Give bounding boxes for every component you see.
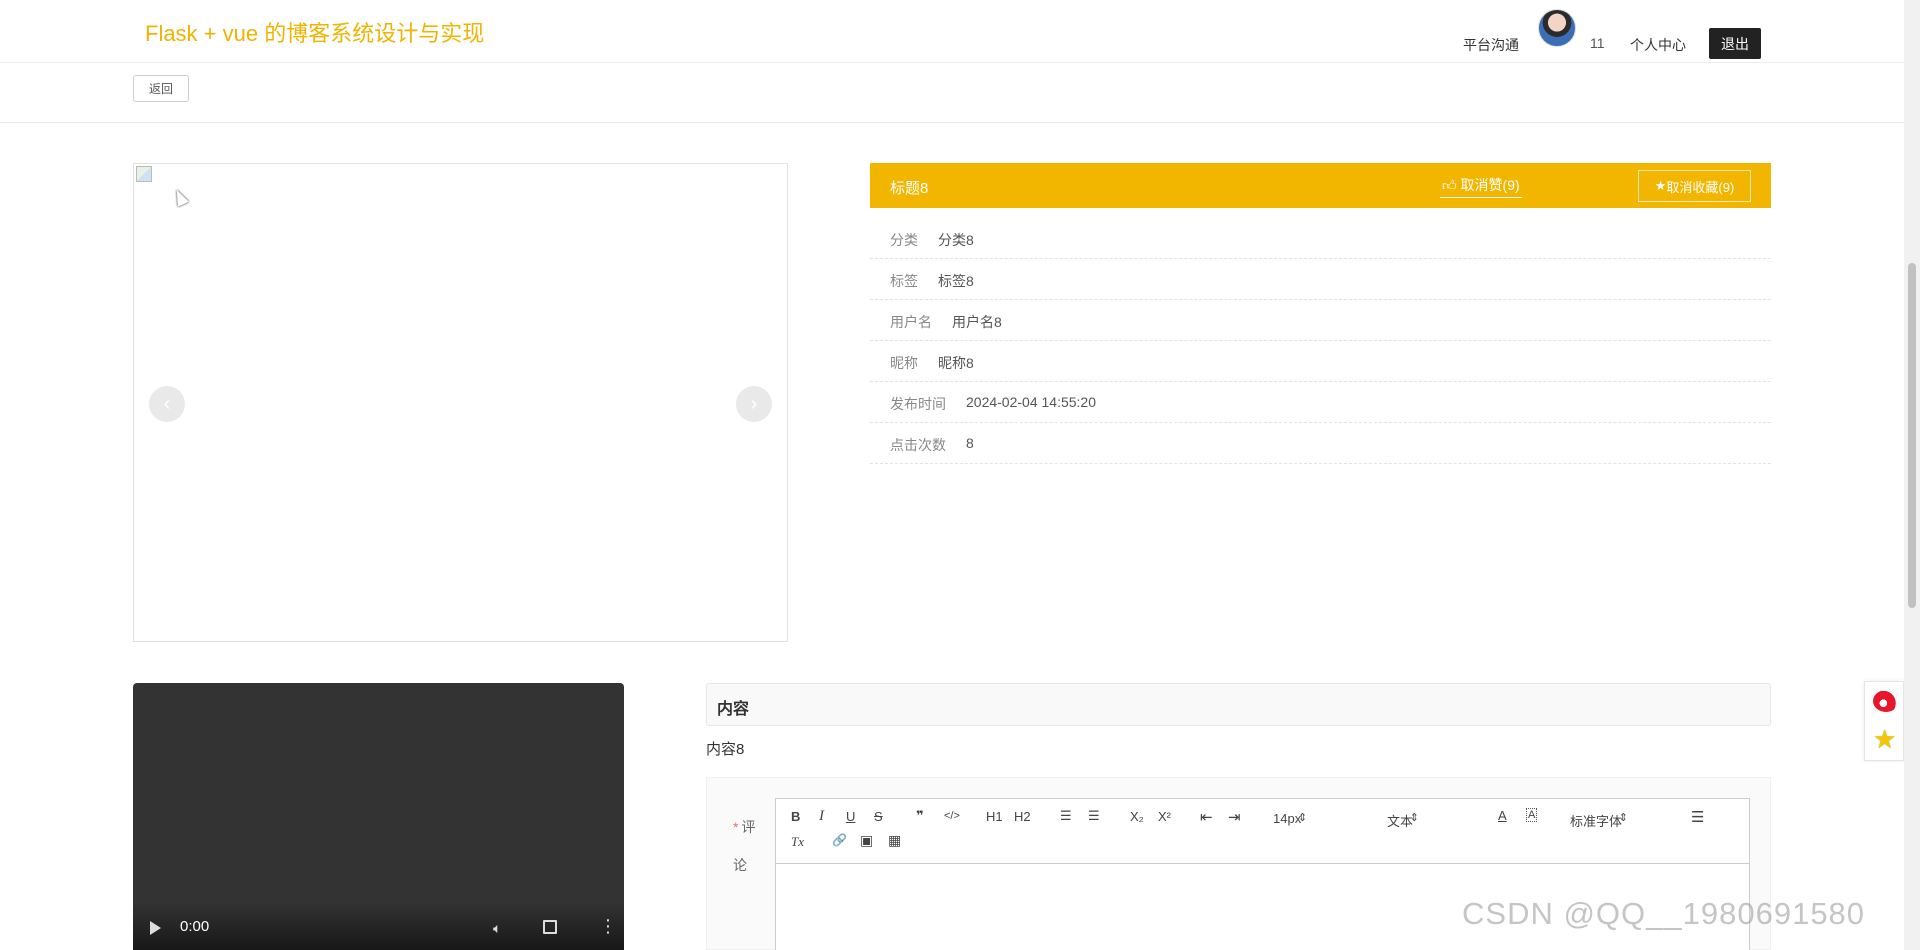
- info-row-tag: 标签 标签8: [870, 259, 1771, 300]
- outdent-button[interactable]: ⇤: [1200, 808, 1213, 826]
- background-color-icon[interactable]: A: [1526, 808, 1538, 822]
- fullscreen-icon[interactable]: [543, 920, 557, 934]
- align-left-icon[interactable]: ☰: [1691, 808, 1704, 826]
- watermark: CSDN @QQ__1980691580: [1462, 896, 1866, 931]
- editor-toolbar: B I U S ❞ </> H1 H2 ☰ ☰ X₂ X² ⇤ ⇥ 14px 文…: [775, 798, 1750, 864]
- info-label: 发布时间: [890, 396, 946, 412]
- site-title[interactable]: Flask + vue 的博客系统设计与实现: [145, 16, 484, 48]
- info-value: 昵称8: [938, 355, 974, 371]
- superscript-button[interactable]: X²: [1158, 809, 1171, 824]
- underline-button[interactable]: U: [846, 809, 855, 824]
- font-size-select[interactable]: 14px: [1273, 811, 1307, 826]
- clean-format-button[interactable]: Tx: [791, 834, 804, 850]
- info-value: 标签8: [938, 273, 974, 289]
- info-label: 标签: [890, 273, 918, 289]
- broken-image-icon: [136, 166, 152, 182]
- required-mark: *: [733, 819, 739, 835]
- mouse-cursor-icon: [171, 187, 189, 207]
- info-label: 昵称: [890, 355, 918, 371]
- font-family-select[interactable]: 标准字体: [1570, 811, 1628, 830]
- page-scrollbar[interactable]: [1904, 0, 1920, 950]
- info-value: 2024-02-04 14:55:20: [966, 394, 1096, 410]
- strike-button[interactable]: S: [874, 809, 883, 824]
- carousel-next-button[interactable]: ›: [736, 386, 772, 422]
- sub-bar: 返回: [0, 64, 1904, 123]
- unfavorite-button[interactable]: ★ 取消收藏(9): [1638, 170, 1751, 202]
- post-title: 标题8: [890, 180, 929, 197]
- volume-icon[interactable]: 🔈︎: [493, 920, 508, 936]
- share-panel: ★: [1864, 681, 1904, 761]
- scroll-thumb[interactable]: [1908, 263, 1916, 608]
- content-header: 内容: [706, 683, 1771, 726]
- comment-label: * 评论: [733, 819, 756, 873]
- video-insert-icon[interactable]: ▦: [888, 832, 901, 849]
- indent-button[interactable]: ⇥: [1228, 808, 1241, 826]
- unlike-button[interactable]: 👍︎ 取消赞(9): [1440, 175, 1522, 198]
- info-value: 分类8: [938, 232, 974, 248]
- italic-button[interactable]: I: [819, 808, 824, 825]
- link-icon[interactable]: 🔗: [832, 833, 847, 847]
- info-value: 用户名8: [952, 314, 1002, 330]
- video-time: 0:00: [180, 918, 210, 935]
- h1-button[interactable]: H1: [986, 809, 1003, 824]
- ordered-list-button[interactable]: ☰: [1060, 808, 1072, 824]
- info-value: 8: [966, 435, 974, 451]
- code-block-button[interactable]: </>: [944, 810, 960, 822]
- info-label: 用户名: [890, 314, 932, 330]
- top-header: Flask + vue 的博客系统设计与实现 平台沟通 11 个人中心 退出: [0, 0, 1904, 63]
- info-label: 分类: [890, 232, 918, 248]
- user-avatar[interactable]: [1538, 9, 1576, 47]
- bullet-list-button[interactable]: ☰: [1088, 808, 1100, 824]
- logout-button[interactable]: 退出: [1709, 28, 1761, 59]
- subscript-button[interactable]: X₂: [1130, 809, 1144, 824]
- info-row-category: 分类 分类8: [870, 218, 1771, 259]
- thumb-up-icon: 👍︎: [1442, 177, 1461, 193]
- user-count: 11: [1590, 35, 1605, 51]
- image-icon[interactable]: ▣: [860, 832, 873, 849]
- content-heading: 内容: [717, 701, 750, 718]
- header-select[interactable]: 文本: [1387, 811, 1419, 830]
- blockquote-button[interactable]: ❞: [916, 808, 924, 824]
- text-color-icon[interactable]: A: [1498, 808, 1507, 823]
- info-row-publish-time: 发布时间 2024-02-04 14:55:20: [870, 382, 1771, 423]
- info-row-clicks: 点击次数 8: [870, 423, 1771, 464]
- more-options-icon[interactable]: ⋮: [599, 917, 617, 935]
- video-player[interactable]: 0:00 🔈︎ ⋮: [133, 683, 624, 950]
- back-button[interactable]: 返回: [133, 75, 189, 102]
- info-row-username: 用户名 用户名8: [870, 300, 1771, 341]
- video-controls: 0:00 🔈︎ ⋮: [133, 902, 624, 950]
- h2-button[interactable]: H2: [1014, 809, 1031, 824]
- nav-platform-chat[interactable]: 平台沟通: [1463, 35, 1519, 55]
- nav-personal-center[interactable]: 个人中心: [1630, 35, 1686, 55]
- play-icon[interactable]: [150, 921, 161, 935]
- star-icon: ★: [1654, 178, 1667, 193]
- info-label: 点击次数: [890, 437, 946, 453]
- image-carousel: ‹ ›: [133, 163, 788, 642]
- info-row-nickname: 昵称 昵称8: [870, 341, 1771, 382]
- content-text: 内容8: [706, 741, 745, 758]
- info-header: 标题8 👍︎ 取消赞(9) ★ 取消收藏(9): [870, 163, 1771, 208]
- weibo-icon[interactable]: [1873, 690, 1899, 712]
- carousel-prev-button[interactable]: ‹: [149, 386, 185, 422]
- bold-button[interactable]: B: [791, 809, 800, 824]
- qzone-star-icon[interactable]: ★: [1873, 726, 1896, 752]
